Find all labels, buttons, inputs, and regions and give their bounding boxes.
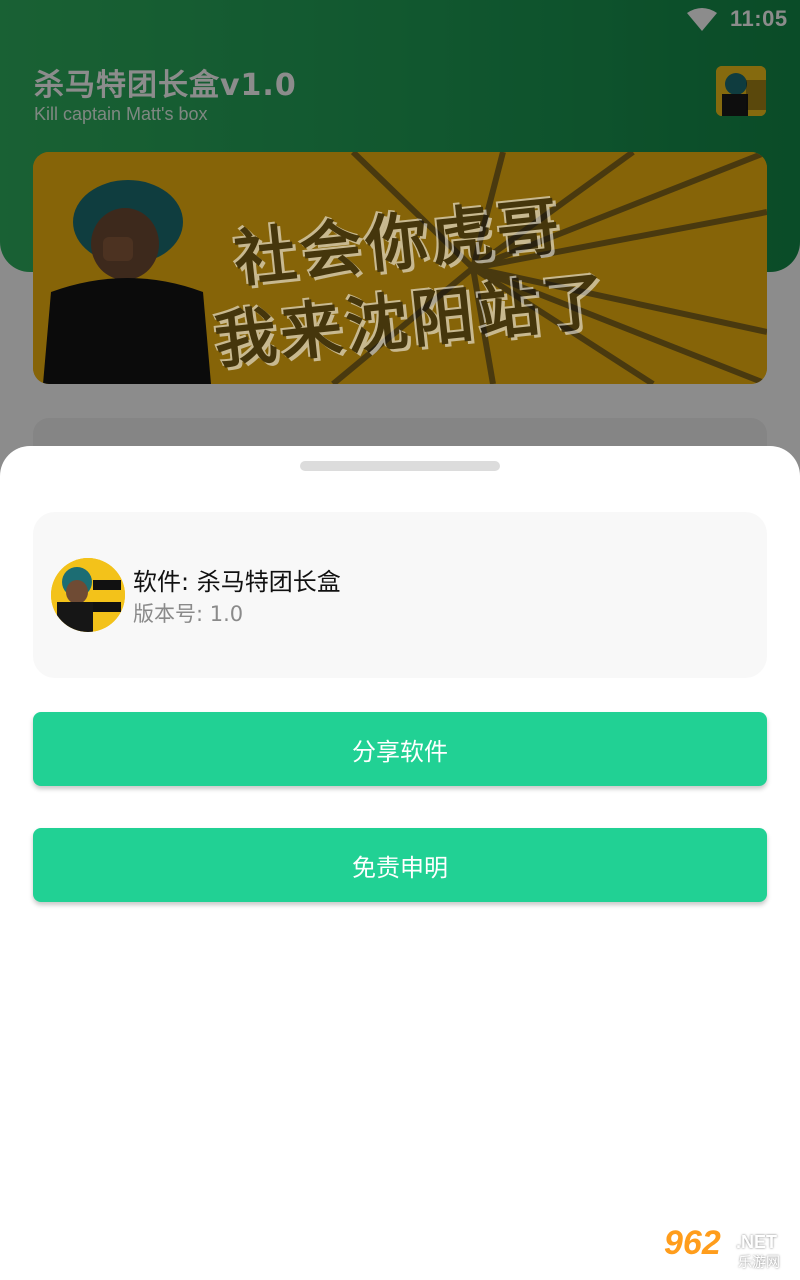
app-avatar xyxy=(51,558,125,632)
share-app-button[interactable]: 分享软件 xyxy=(33,712,767,786)
app-version: 版本号: 1.0 xyxy=(133,602,244,626)
watermark-site: 乐游网 xyxy=(738,1255,780,1271)
disclaimer-button[interactable]: 免责申明 xyxy=(33,828,767,902)
site-watermark: 962 .NET 乐游网 xyxy=(660,1224,796,1274)
app-name: 软件: 杀马特团长盒 xyxy=(133,568,341,596)
app-info-card: 软件: 杀马特团长盒 版本号: 1.0 xyxy=(33,512,767,678)
drag-handle[interactable] xyxy=(300,461,500,471)
bottom-sheet: 软件: 杀马特团长盒 版本号: 1.0 分享软件 免责申明 xyxy=(0,446,800,1280)
watermark-brand: 962 xyxy=(664,1224,721,1262)
watermark-domain: .NET xyxy=(736,1232,778,1252)
